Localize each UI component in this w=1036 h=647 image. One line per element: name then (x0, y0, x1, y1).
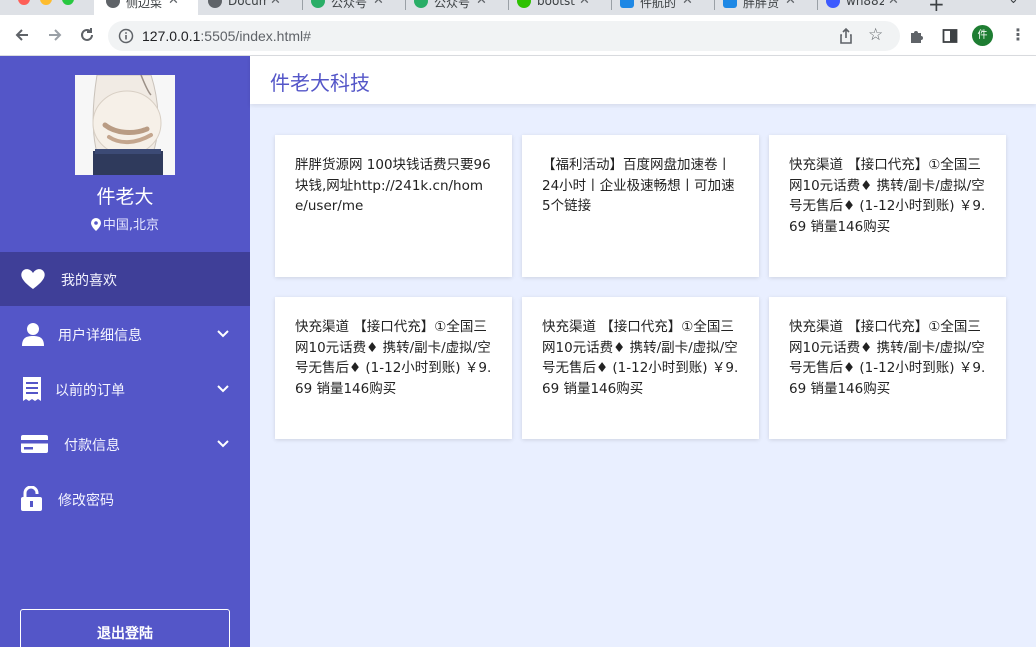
sidebar-item-label: 我的喜欢 (61, 273, 117, 289)
card-text: 胖胖货源网 100块钱话费只要96块钱,网址http://241k.cn/hom… (295, 157, 491, 214)
extensions-icon[interactable] (908, 27, 926, 45)
info-icon[interactable] (118, 28, 134, 44)
app-icon (723, 0, 737, 8)
sidebar-item-label: 修改密码 (58, 493, 114, 509)
browser-menu-icon[interactable]: ⋮ (1010, 25, 1026, 44)
user-name: 件老大 (96, 186, 154, 208)
sidebar-item-favorites[interactable]: 我的喜欢 (0, 252, 250, 306)
tab-search-icon[interactable]: ⌄ (1008, 0, 1019, 7)
window-zoom-button[interactable] (62, 0, 74, 5)
tab-close-icon[interactable]: ✕ (785, 0, 796, 8)
url-text[interactable]: 127.0.0.1:5505/index.html# (142, 28, 311, 44)
profile-avatar[interactable]: 件 (972, 25, 993, 46)
card-text: 快充渠道 【接口代充】①全国三网10元话费♦ 携转/副卡/虚拟/空号无售后♦ (… (295, 319, 492, 397)
chevron-down-icon (217, 385, 229, 393)
bookmark-star-icon[interactable]: ☆ (868, 25, 883, 45)
app-icon (620, 0, 634, 8)
new-tab-button[interactable]: + (928, 0, 945, 15)
tab-separator (817, 0, 818, 10)
top-header: 件老大科技 (250, 56, 1036, 104)
card-text: 【福利活动】百度网盘加速卷丨24小时丨企业极速畅想丨可加速5个链接 (542, 157, 735, 214)
tab-close-icon[interactable]: ✕ (579, 0, 590, 8)
address-bar[interactable]: 127.0.0.1:5505/index.html# ☆ (108, 21, 900, 51)
credit-card-icon (21, 435, 48, 453)
tab-close-icon[interactable]: ✕ (682, 0, 693, 8)
card-text: 快充渠道 【接口代充】①全国三网10元话费♦ 携转/副卡/虚拟/空号无售后♦ (… (789, 319, 986, 397)
sidebar: 件老大 中国,北京 我的喜欢 用户详细信息 以前的订单 付款信息 修改密码 退出… (0, 56, 250, 647)
browser-tab[interactable]: bootst ✕ (517, 0, 609, 15)
browser-tab[interactable]: wh882 ✕ (826, 0, 918, 15)
sidebar-item-user-details[interactable]: 用户详细信息 (0, 307, 250, 361)
location-pin-icon (90, 218, 101, 231)
product-card[interactable]: 【福利活动】百度网盘加速卷丨24小时丨企业极速畅想丨可加速5个链接 (522, 135, 759, 277)
wechat-icon (414, 0, 428, 8)
tab-separator (611, 0, 612, 10)
arrow-right-icon (49, 29, 62, 41)
wechat-icon (311, 0, 325, 8)
sidebar-item-orders[interactable]: 以前的订单 (0, 362, 250, 416)
browser-tab[interactable]: 侧边菜 ✕ (94, 0, 198, 15)
receipt-icon (23, 377, 41, 401)
product-card[interactable]: 胖胖货源网 100块钱话费只要96块钱,网址http://241k.cn/hom… (275, 135, 512, 277)
page: 件老大 中国,北京 我的喜欢 用户详细信息 以前的订单 付款信息 修改密码 退出… (0, 56, 1036, 647)
browser-tab[interactable]: 胖胖货 ✕ (723, 0, 815, 15)
reload-button[interactable] (77, 26, 97, 46)
user-location: 中国,北京 (0, 214, 250, 233)
paw-icon (826, 0, 840, 8)
user-icon (22, 323, 44, 346)
window-minimize-button[interactable] (40, 0, 52, 5)
sidebar-item-label: 以前的订单 (55, 383, 125, 399)
card-text: 快充渠道 【接口代充】①全国三网10元话费♦ 携转/副卡/虚拟/空号无售后♦ (… (789, 157, 986, 235)
chevron-down-icon (217, 440, 229, 448)
tab-close-icon[interactable]: ✕ (888, 0, 899, 8)
logout-button[interactable]: 退出登陆 (20, 609, 230, 647)
side-panel-icon[interactable] (941, 27, 959, 45)
tab-separator (302, 0, 303, 10)
browser-tab[interactable]: 公众号 ✕ (311, 0, 403, 15)
browser-tab[interactable]: 件航的 ✕ (620, 0, 712, 15)
tab-separator (714, 0, 715, 10)
back-button[interactable] (12, 26, 32, 46)
tab-close-icon[interactable]: ✕ (476, 0, 487, 8)
chat-icon (517, 0, 531, 8)
tab-separator (405, 0, 406, 10)
browser-tab[interactable]: Docum ✕ (208, 0, 300, 15)
arrow-left-icon (15, 29, 28, 41)
product-card[interactable]: 快充渠道 【接口代充】①全国三网10元话费♦ 携转/副卡/虚拟/空号无售后♦ (… (769, 297, 1006, 439)
avatar (75, 75, 175, 175)
tab-separator (508, 0, 509, 10)
globe-icon (208, 0, 222, 8)
reload-icon (81, 28, 93, 41)
browser-tab[interactable]: 公众号 ✕ (414, 0, 506, 15)
heart-icon (21, 269, 45, 289)
sidebar-item-label: 付款信息 (64, 438, 120, 454)
brand-title: 件老大科技 (270, 71, 370, 95)
sidebar-item-label: 用户详细信息 (58, 328, 142, 344)
tab-close-icon[interactable]: ✕ (373, 0, 384, 8)
globe-icon (106, 0, 120, 8)
browser-tab-strip: 侧边菜 ✕ Docum ✕ 公众号 ✕ 公众号 ✕ bootst ✕ 件航的 ✕… (0, 0, 1036, 15)
sidebar-item-payment[interactable]: 付款信息 (0, 417, 250, 471)
sidebar-item-change-password[interactable]: 修改密码 (0, 472, 250, 526)
avatar-illustration (75, 75, 175, 175)
product-card[interactable]: 快充渠道 【接口代充】①全国三网10元话费♦ 携转/副卡/虚拟/空号无售后♦ (… (522, 297, 759, 439)
product-card[interactable]: 快充渠道 【接口代充】①全国三网10元话费♦ 携转/副卡/虚拟/空号无售后♦ (… (275, 297, 512, 439)
tab-close-icon[interactable]: ✕ (168, 0, 179, 8)
card-text: 快充渠道 【接口代充】①全国三网10元话费♦ 携转/副卡/虚拟/空号无售后♦ (… (542, 319, 739, 397)
window-close-button[interactable] (18, 0, 30, 5)
unlock-icon (21, 486, 42, 511)
chevron-down-icon (217, 330, 229, 338)
product-card[interactable]: 快充渠道 【接口代充】①全国三网10元话费♦ 携转/副卡/虚拟/空号无售后♦ (… (769, 135, 1006, 277)
forward-button[interactable] (45, 26, 65, 46)
tab-close-icon[interactable]: ✕ (270, 0, 281, 8)
browser-toolbar: 127.0.0.1:5505/index.html# ☆ 件 ⋮ (0, 15, 1036, 56)
share-icon[interactable] (838, 27, 854, 45)
